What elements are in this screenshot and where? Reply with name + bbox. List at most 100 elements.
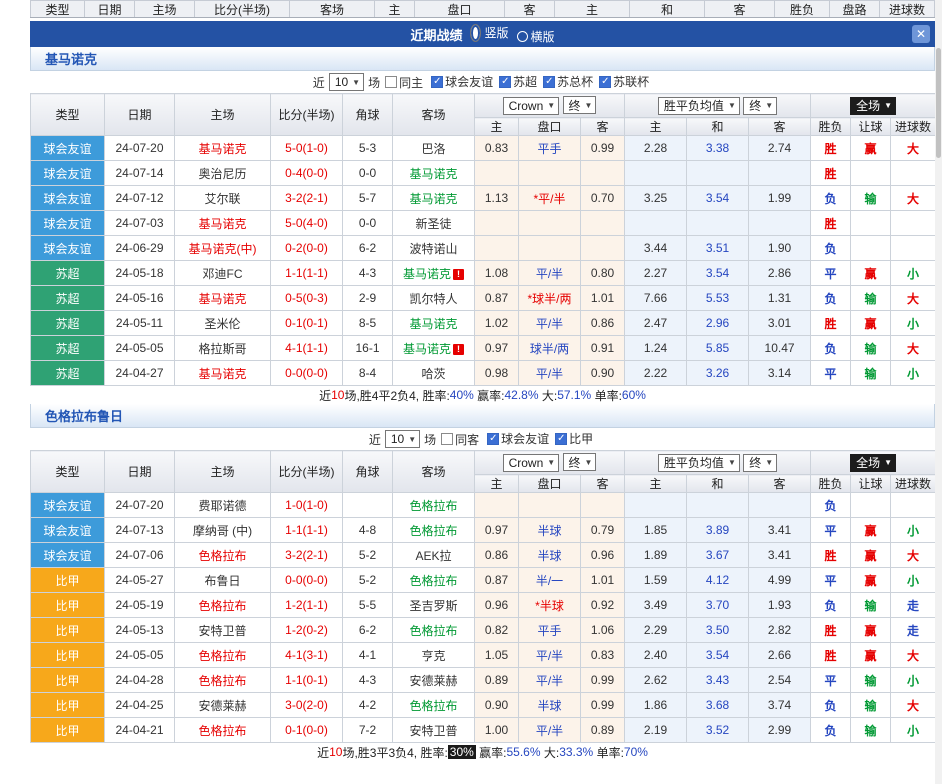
away-team[interactable]: 波特诺山 <box>393 236 475 261</box>
view-option[interactable]: 横版 <box>517 28 555 45</box>
away-team[interactable]: 基马诺克! <box>393 261 475 286</box>
league-checkbox[interactable]: 苏超 <box>499 73 537 90</box>
handicap <box>519 161 581 186</box>
home-team[interactable]: 费耶诺德 <box>175 493 271 518</box>
odds-home: 0.89 <box>475 668 519 693</box>
checkbox-label: 同客 <box>455 431 479 448</box>
match-row: 比甲24-05-05色格拉布4-1(3-1)4-1亨克1.05平/半0.832.… <box>31 643 936 668</box>
bookmaker-select[interactable]: Crown▼ <box>503 97 560 115</box>
checkbox-label: 球会友谊 <box>501 430 549 447</box>
odds-time-select[interactable]: 终▼ <box>563 453 597 471</box>
match-count-select[interactable]: 10▼ <box>385 430 420 448</box>
home-team[interactable]: 邓迪FC <box>175 261 271 286</box>
away-team[interactable]: 色格拉布 <box>393 693 475 718</box>
checkbox-icon <box>431 76 443 88</box>
odds-away: 1.01 <box>581 286 625 311</box>
avg-draw: 3.89 <box>687 518 749 543</box>
same-venue-checkbox[interactable]: 同主 <box>385 74 423 91</box>
odds-home <box>475 211 519 236</box>
strip-col-label: 盘路 <box>830 1 880 17</box>
corners: 0-0 <box>343 161 393 186</box>
away-team[interactable]: 基马诺克! <box>393 336 475 361</box>
away-team[interactable]: 基马诺克 <box>393 161 475 186</box>
away-team[interactable]: 色格拉布 <box>393 493 475 518</box>
home-team[interactable]: 基马诺克 <box>175 286 271 311</box>
filter-bar: 近 10▼ 场 同主 球会友谊苏超苏总杯苏联杯 <box>30 71 935 93</box>
checkbox-icon <box>385 76 397 88</box>
avg-odds-select[interactable]: 胜平负均值▼ <box>658 97 740 115</box>
same-venue-checkbox[interactable]: 同客 <box>441 431 479 448</box>
away-team[interactable]: 圣吉罗斯 <box>393 593 475 618</box>
scope-select[interactable]: 全场▼ <box>850 97 896 115</box>
home-team[interactable]: 色格拉布 <box>175 718 271 743</box>
match-date: 24-07-20 <box>105 136 175 161</box>
odds-away <box>581 161 625 186</box>
col-date: 日期 <box>105 94 175 136</box>
home-team[interactable]: 色格拉布 <box>175 668 271 693</box>
match-date: 24-07-06 <box>105 543 175 568</box>
away-team[interactable]: 亨克 <box>393 643 475 668</box>
scrollbar[interactable] <box>935 0 942 784</box>
away-team[interactable]: 基马诺克 <box>393 186 475 211</box>
avg-away: 2.74 <box>749 136 811 161</box>
home-team[interactable]: 基马诺克(中) <box>175 236 271 261</box>
corners: 16-1 <box>343 336 393 361</box>
away-team[interactable]: 哈茨 <box>393 361 475 386</box>
match-row: 苏超24-05-05格拉斯哥4-1(1-1)16-1基马诺克!0.97球半/两0… <box>31 336 936 361</box>
view-option[interactable]: 竖版 <box>470 24 508 42</box>
avg-odds-select[interactable]: 胜平负均值▼ <box>658 454 740 472</box>
league-checkbox[interactable]: 比甲 <box>555 430 593 447</box>
home-team[interactable]: 色格拉布 <box>175 593 271 618</box>
league-checkbox[interactable]: 苏联杯 <box>599 73 649 90</box>
avg-away: 2.66 <box>749 643 811 668</box>
home-team[interactable]: 格拉斯哥 <box>175 336 271 361</box>
col-corner: 角球 <box>343 451 393 493</box>
avg-time-select[interactable]: 终▼ <box>743 97 777 115</box>
away-team[interactable]: 安德莱赫 <box>393 668 475 693</box>
home-team[interactable]: 基马诺克 <box>175 136 271 161</box>
col-handicap: 盘口 <box>519 118 581 136</box>
result: 胜 <box>811 643 851 668</box>
home-team[interactable]: 圣米伦 <box>175 311 271 336</box>
away-team[interactable]: AEK拉 <box>393 543 475 568</box>
avg-time-select[interactable]: 终▼ <box>743 454 777 472</box>
col-odds-home: 主 <box>475 475 519 493</box>
home-team[interactable]: 色格拉布 <box>175 543 271 568</box>
handicap <box>519 211 581 236</box>
home-team[interactable]: 奥治尼历 <box>175 161 271 186</box>
home-team[interactable]: 布鲁日 <box>175 568 271 593</box>
odds-away <box>581 493 625 518</box>
home-team[interactable]: 安特卫普 <box>175 618 271 643</box>
corners <box>343 493 393 518</box>
home-team[interactable]: 基马诺克 <box>175 361 271 386</box>
league-checkbox[interactable]: 苏总杯 <box>543 73 593 90</box>
match-count-select[interactable]: 10▼ <box>329 73 364 91</box>
home-team[interactable]: 摩纳哥 (中) <box>175 518 271 543</box>
away-team[interactable]: 安特卫普 <box>393 718 475 743</box>
select-value: Crown <box>509 456 544 470</box>
home-team[interactable]: 安德莱赫 <box>175 693 271 718</box>
home-team[interactable]: 色格拉布 <box>175 643 271 668</box>
score: 3-0(2-0) <box>271 693 343 718</box>
home-team[interactable]: 基马诺克 <box>175 211 271 236</box>
away-team[interactable]: 新圣徒 <box>393 211 475 236</box>
away-team[interactable]: 凯尔特人 <box>393 286 475 311</box>
home-team[interactable]: 艾尔联 <box>175 186 271 211</box>
league-checkbox[interactable]: 球会友谊 <box>487 430 549 447</box>
scrollbar-thumb[interactable] <box>936 48 941 158</box>
strip-col-label: 主场 <box>135 1 195 17</box>
handicap-result: 输 <box>851 593 891 618</box>
league-checkbox[interactable]: 球会友谊 <box>431 73 493 90</box>
bookmaker-select[interactable]: Crown▼ <box>503 454 560 472</box>
away-team[interactable]: 色格拉布 <box>393 518 475 543</box>
odds-away: 0.99 <box>581 668 625 693</box>
match-row: 比甲24-04-21色格拉布0-1(0-0)7-2安特卫普1.00平/半0.89… <box>31 718 936 743</box>
scope-select[interactable]: 全场▼ <box>850 454 896 472</box>
away-team[interactable]: 色格拉布 <box>393 618 475 643</box>
close-button[interactable]: ✕ <box>912 25 930 43</box>
away-team[interactable]: 基马诺克 <box>393 311 475 336</box>
away-team[interactable]: 巴洛 <box>393 136 475 161</box>
summary-segment: 赢率: <box>474 387 505 404</box>
away-team[interactable]: 色格拉布 <box>393 568 475 593</box>
odds-time-select[interactable]: 终▼ <box>563 96 597 114</box>
